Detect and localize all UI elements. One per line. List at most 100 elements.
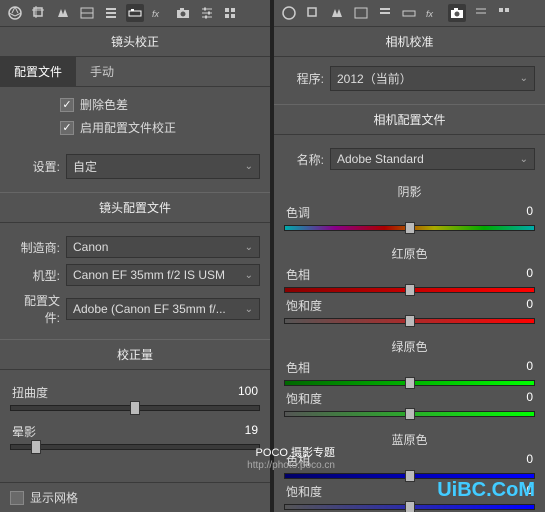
triangles-icon[interactable] xyxy=(54,4,72,22)
fx-icon[interactable]: fx xyxy=(424,4,442,22)
show-grid-label: 显示网格 xyxy=(30,489,78,506)
vignette-value[interactable]: 19 xyxy=(245,423,258,440)
crop-icon[interactable] xyxy=(304,4,322,22)
slider-thumb[interactable] xyxy=(405,377,415,389)
vignette-slider[interactable] xyxy=(10,444,260,450)
lens-profile-section: 镜头配置文件 xyxy=(0,192,270,223)
tab-row: 配置文件 手动 xyxy=(0,57,270,87)
correction-section: 校正量 xyxy=(0,339,270,370)
blue-sat-value[interactable]: 0 xyxy=(526,483,533,500)
crop-icon[interactable] xyxy=(30,4,48,22)
green-hue-value[interactable]: 0 xyxy=(526,359,533,376)
green-hue-slider[interactable] xyxy=(284,380,535,386)
panel-title: 镜头校正 xyxy=(0,27,270,57)
process-dropdown[interactable]: 2012（当前） ⌄ xyxy=(330,66,535,91)
shadow-tint-label: 色调 xyxy=(286,204,310,221)
blue-hue-label: 色相 xyxy=(286,452,310,469)
blue-sat-label: 饱和度 xyxy=(286,483,322,500)
green-sat-label: 饱和度 xyxy=(286,390,322,407)
red-sat-slider[interactable] xyxy=(284,318,535,324)
vignette-label: 晕影 xyxy=(12,423,36,440)
setup-label: 设置: xyxy=(10,158,60,175)
detail-icon[interactable] xyxy=(352,4,370,22)
blue-sat-slider[interactable] xyxy=(284,504,535,510)
maker-value: Canon xyxy=(73,240,108,254)
model-label: 机型: xyxy=(10,267,60,284)
green-sat-slider[interactable] xyxy=(284,411,535,417)
distortion-value[interactable]: 100 xyxy=(238,384,258,401)
name-dropdown[interactable]: Adobe Standard ⌄ xyxy=(330,148,535,170)
green-hue-label: 色相 xyxy=(286,359,310,376)
shadow-tint-value[interactable]: 0 xyxy=(526,204,533,221)
slider-thumb[interactable] xyxy=(31,440,41,454)
presets-icon[interactable] xyxy=(496,4,514,22)
red-primary-title: 红原色 xyxy=(274,241,545,266)
profile-label: 配置文件: xyxy=(10,292,60,326)
chevron-down-icon: ⌄ xyxy=(520,154,528,165)
tab-profile[interactable]: 配置文件 xyxy=(0,57,76,86)
triangles-icon[interactable] xyxy=(328,4,346,22)
presets-icon[interactable] xyxy=(222,4,240,22)
camera-icon[interactable] xyxy=(448,4,466,22)
distortion-slider[interactable] xyxy=(10,405,260,411)
enable-profile-label: 启用配置文件校正 xyxy=(80,119,176,136)
distortion-label: 扭曲度 xyxy=(12,384,48,401)
shadows-title: 阴影 xyxy=(274,179,545,204)
slider-thumb[interactable] xyxy=(130,401,140,415)
left-icon-bar: fx xyxy=(0,0,270,27)
model-value: Canon EF 35mm f/2 IS USM xyxy=(73,268,225,282)
aperture-icon[interactable] xyxy=(280,4,298,22)
svg-text:fx: fx xyxy=(152,9,160,19)
enable-profile-checkbox[interactable] xyxy=(60,121,74,135)
slider-thumb[interactable] xyxy=(405,284,415,296)
camera-icon[interactable] xyxy=(174,4,192,22)
name-label: 名称: xyxy=(284,151,324,168)
red-sat-label: 饱和度 xyxy=(286,297,322,314)
red-sat-value[interactable]: 0 xyxy=(526,297,533,314)
bars-icon[interactable] xyxy=(376,4,394,22)
blue-hue-slider[interactable] xyxy=(284,473,535,479)
name-value: Adobe Standard xyxy=(337,152,424,166)
bars-icon[interactable] xyxy=(102,4,120,22)
blue-primary-title: 蓝原色 xyxy=(274,427,545,452)
shadow-tint-slider[interactable] xyxy=(284,225,535,231)
red-hue-value[interactable]: 0 xyxy=(526,266,533,283)
fx-icon[interactable]: fx xyxy=(150,4,168,22)
setup-value: 自定 xyxy=(73,158,97,175)
maker-label: 制造商: xyxy=(10,239,60,256)
chevron-down-icon: ⌄ xyxy=(245,304,253,315)
sliders-icon[interactable] xyxy=(198,4,216,22)
slider-thumb[interactable] xyxy=(405,470,415,482)
slider-thumb[interactable] xyxy=(405,408,415,420)
blue-hue-value[interactable]: 0 xyxy=(526,452,533,469)
aperture-icon[interactable] xyxy=(6,4,24,22)
green-sat-value[interactable]: 0 xyxy=(526,390,533,407)
sliders-icon[interactable] xyxy=(472,4,490,22)
red-hue-slider[interactable] xyxy=(284,287,535,293)
lens-icon[interactable] xyxy=(400,4,418,22)
setup-dropdown[interactable]: 自定 ⌄ xyxy=(66,154,260,179)
panel-title: 相机校准 xyxy=(274,27,545,57)
camera-profile-section: 相机配置文件 xyxy=(274,104,545,135)
slider-thumb[interactable] xyxy=(405,501,415,512)
profile-dropdown[interactable]: Adobe (Canon EF 35mm f/... ⌄ xyxy=(66,298,260,320)
process-label: 程序: xyxy=(284,70,324,87)
chevron-down-icon: ⌄ xyxy=(520,73,528,84)
red-hue-label: 色相 xyxy=(286,266,310,283)
chevron-down-icon: ⌄ xyxy=(245,242,253,253)
profile-value: Adobe (Canon EF 35mm f/... xyxy=(73,302,226,316)
detail-icon[interactable] xyxy=(78,4,96,22)
maker-dropdown[interactable]: Canon ⌄ xyxy=(66,236,260,258)
lens-icon[interactable] xyxy=(126,4,144,22)
slider-thumb[interactable] xyxy=(405,222,415,234)
tab-manual[interactable]: 手动 xyxy=(76,57,128,86)
slider-thumb[interactable] xyxy=(405,315,415,327)
remove-ca-checkbox[interactable] xyxy=(60,98,74,112)
remove-ca-label: 删除色差 xyxy=(80,96,128,113)
chevron-down-icon: ⌄ xyxy=(245,270,253,281)
show-grid-checkbox[interactable] xyxy=(10,491,24,505)
process-value: 2012（当前） xyxy=(337,70,412,87)
right-icon-bar: fx xyxy=(274,0,545,27)
svg-text:fx: fx xyxy=(426,9,434,19)
model-dropdown[interactable]: Canon EF 35mm f/2 IS USM ⌄ xyxy=(66,264,260,286)
